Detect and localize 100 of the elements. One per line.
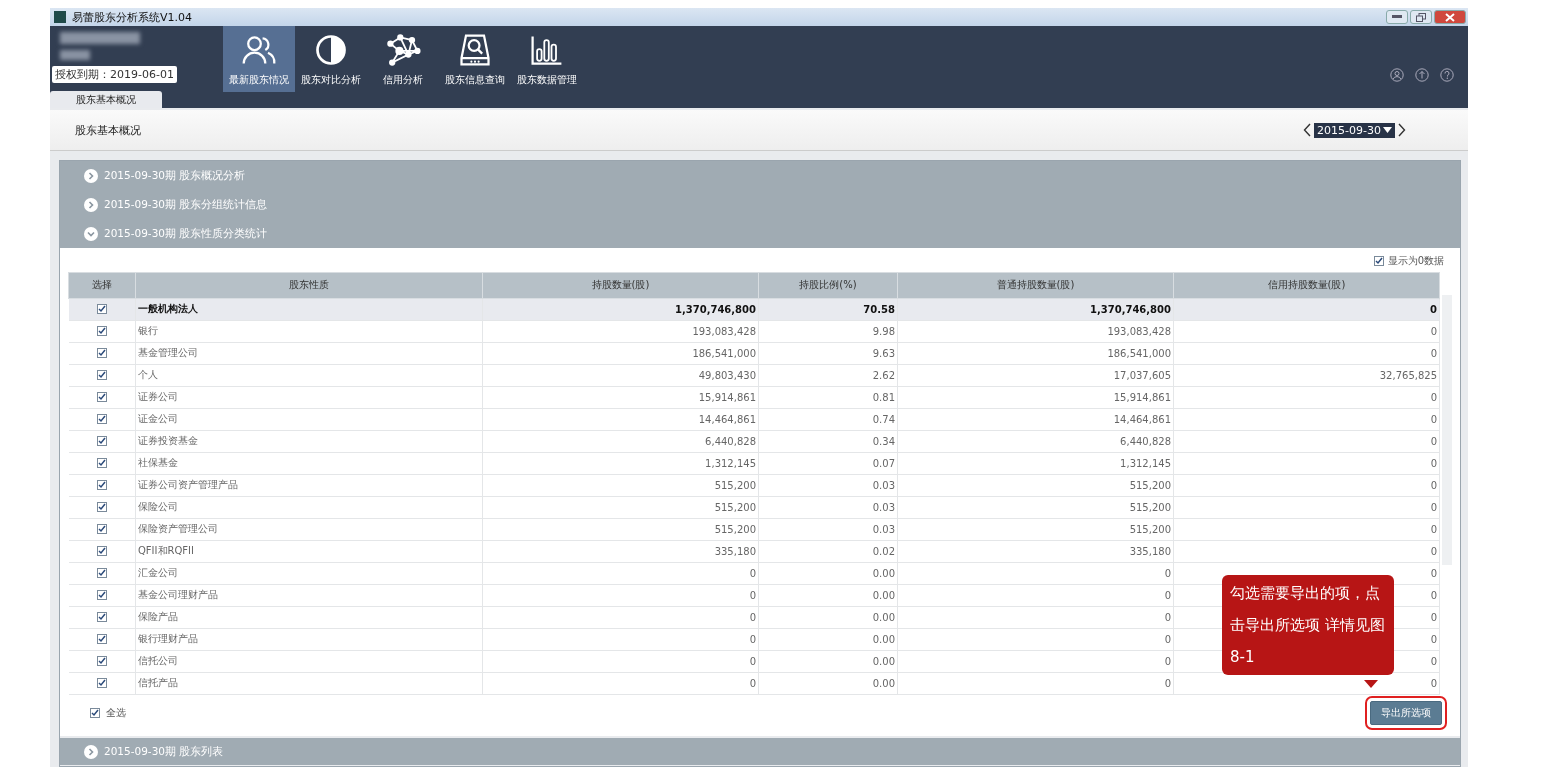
checkbox[interactable] — [96, 589, 107, 600]
table-cell: 335,180 — [482, 540, 759, 563]
section-title: 2015-09-30期 股东概况分析 — [104, 168, 246, 183]
blurred-text — [60, 50, 90, 60]
checkbox[interactable] — [96, 655, 107, 666]
table-cell: 15,914,861 — [897, 386, 1174, 409]
nav-button[interactable]: 信用分析 — [367, 26, 439, 92]
nav-button[interactable]: 股东对比分析 — [295, 26, 367, 92]
checkbox[interactable] — [1373, 255, 1384, 266]
table-cell: 9.63 — [758, 342, 898, 365]
table-cell: 6,440,828 — [482, 430, 759, 453]
table-cell: 193,083,428 — [482, 320, 759, 343]
app-icon — [54, 11, 66, 23]
table-cell: QFII和RQFII — [135, 540, 483, 563]
table-cell: 14,464,861 — [897, 408, 1174, 431]
table-cell: 保险公司 — [135, 496, 483, 519]
table-cell: 银行 — [135, 320, 483, 343]
date-dropdown[interactable]: 2015-09-30 — [1314, 122, 1395, 138]
checkbox[interactable] — [90, 708, 100, 719]
checkbox[interactable] — [96, 545, 107, 556]
checkbox[interactable] — [96, 567, 107, 578]
table-cell: 2.62 — [758, 364, 898, 387]
column-header: 持股数量(股) — [482, 272, 759, 299]
restore-button[interactable] — [1410, 10, 1432, 24]
table-cell: 基金管理公司 — [135, 342, 483, 365]
table-cell: 0.00 — [758, 562, 898, 585]
table-cell: 32,765,825 — [1173, 364, 1440, 387]
table-cell: 0.00 — [758, 672, 898, 695]
callout-pointer — [1364, 680, 1378, 688]
upload-icon[interactable] — [1415, 68, 1429, 82]
checkbox[interactable] — [96, 479, 107, 490]
table-cell: 0 — [1173, 474, 1440, 497]
table-cell: 17,037,605 — [897, 364, 1174, 387]
close-button[interactable] — [1434, 10, 1466, 24]
checkbox[interactable] — [96, 633, 107, 644]
table-cell: 0 — [482, 584, 759, 607]
table-cell: 0 — [897, 584, 1174, 607]
section-title: 2015-09-30期 股东列表 — [104, 744, 224, 759]
checkbox[interactable] — [96, 457, 107, 468]
table-cell: 0.74 — [758, 408, 898, 431]
checkbox[interactable] — [96, 501, 107, 512]
magnifier-icon — [457, 31, 493, 68]
checkbox[interactable] — [96, 611, 107, 622]
close-icon — [1445, 12, 1455, 22]
window-title: 易蕾股东分析系统V1.04 — [72, 9, 193, 25]
table-cell: 证金公司 — [135, 408, 483, 431]
table-cell: 186,541,000 — [897, 342, 1174, 365]
restore-icon — [1416, 12, 1426, 22]
column-header: 持股比例(%) — [758, 272, 898, 299]
table-cell: 0.00 — [758, 606, 898, 629]
license-expiry-label: 授权到期：2019-06-01 — [52, 66, 177, 83]
table-cell: 证券公司 — [135, 386, 483, 409]
callout-tooltip: 勾选需要导出的项，点击导出所选项 详情见图 8-1 — [1222, 575, 1394, 675]
checkbox[interactable] — [96, 303, 107, 314]
table-cell: 0 — [897, 562, 1174, 585]
table-cell: 515,200 — [482, 518, 759, 541]
table-cell: 证券投资基金 — [135, 430, 483, 453]
column-header: 普通持股数量(股) — [897, 272, 1174, 299]
table-cell: 193,083,428 — [897, 320, 1174, 343]
nav-button[interactable]: 最新股东情况 — [223, 26, 295, 92]
table-cell: 14,464,861 — [482, 408, 759, 431]
table-cell: 70.58 — [758, 298, 898, 321]
table-cell: 银行理财产品 — [135, 628, 483, 651]
checkbox[interactable] — [96, 677, 107, 688]
table-cell: 保险产品 — [135, 606, 483, 629]
table-cell: 0 — [1173, 298, 1440, 321]
table-cell: 证券公司资产管理产品 — [135, 474, 483, 497]
table-cell: 0 — [482, 672, 759, 695]
table-cell: 0 — [1173, 518, 1440, 541]
table-cell: 0.03 — [758, 518, 898, 541]
table-cell: 0 — [1173, 496, 1440, 519]
table-cell: 信托产品 — [135, 672, 483, 695]
section-title: 2015-09-30期 股东性质分类统计 — [104, 226, 268, 241]
checkbox[interactable] — [96, 391, 107, 402]
checkbox[interactable] — [96, 347, 107, 358]
checkbox[interactable] — [96, 413, 107, 424]
table-cell: 0 — [1173, 430, 1440, 453]
table-cell: 0 — [482, 650, 759, 673]
checkbox[interactable] — [96, 435, 107, 446]
table-cell: 0.07 — [758, 452, 898, 475]
minimize-button[interactable] — [1386, 10, 1408, 24]
table-cell: 个人 — [135, 364, 483, 387]
nav-button[interactable]: 股东数据管理 — [511, 26, 583, 92]
table-cell: 0.02 — [758, 540, 898, 563]
checkbox[interactable] — [96, 369, 107, 380]
table-cell: 保险资产管理公司 — [135, 518, 483, 541]
table-cell: 1,370,746,800 — [897, 298, 1174, 321]
table-cell: 1,312,145 — [897, 452, 1174, 475]
tab[interactable]: 股东基本概况 — [50, 91, 162, 108]
checkbox[interactable] — [96, 523, 107, 534]
help-icon[interactable] — [1440, 68, 1454, 82]
user-icon[interactable] — [1390, 68, 1404, 82]
checkbox[interactable] — [96, 325, 107, 336]
table-cell: 0 — [1173, 342, 1440, 365]
table-cell: 335,180 — [897, 540, 1174, 563]
table-cell: 1,312,145 — [482, 452, 759, 475]
table-cell: 0 — [1173, 452, 1440, 475]
column-header: 信用持股数量(股) — [1173, 272, 1440, 299]
nav-button[interactable]: 股东信息查询 — [439, 26, 511, 92]
table-cell: 0 — [1173, 386, 1440, 409]
